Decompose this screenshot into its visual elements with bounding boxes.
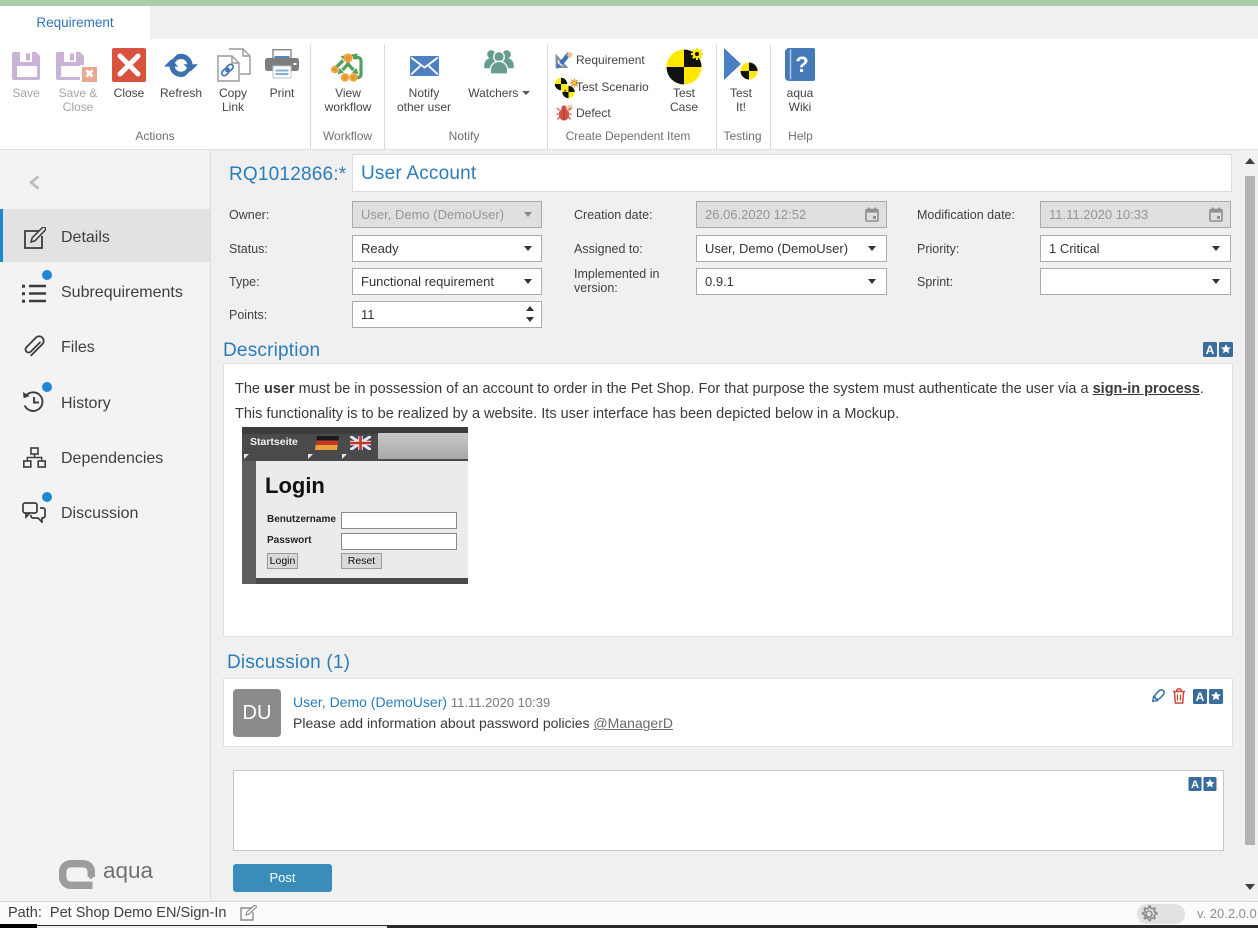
svg-text:A: A (1191, 779, 1199, 791)
svg-text:A: A (1196, 690, 1205, 704)
svg-text:A: A (1206, 343, 1215, 357)
svg-text:?: ? (795, 52, 808, 77)
